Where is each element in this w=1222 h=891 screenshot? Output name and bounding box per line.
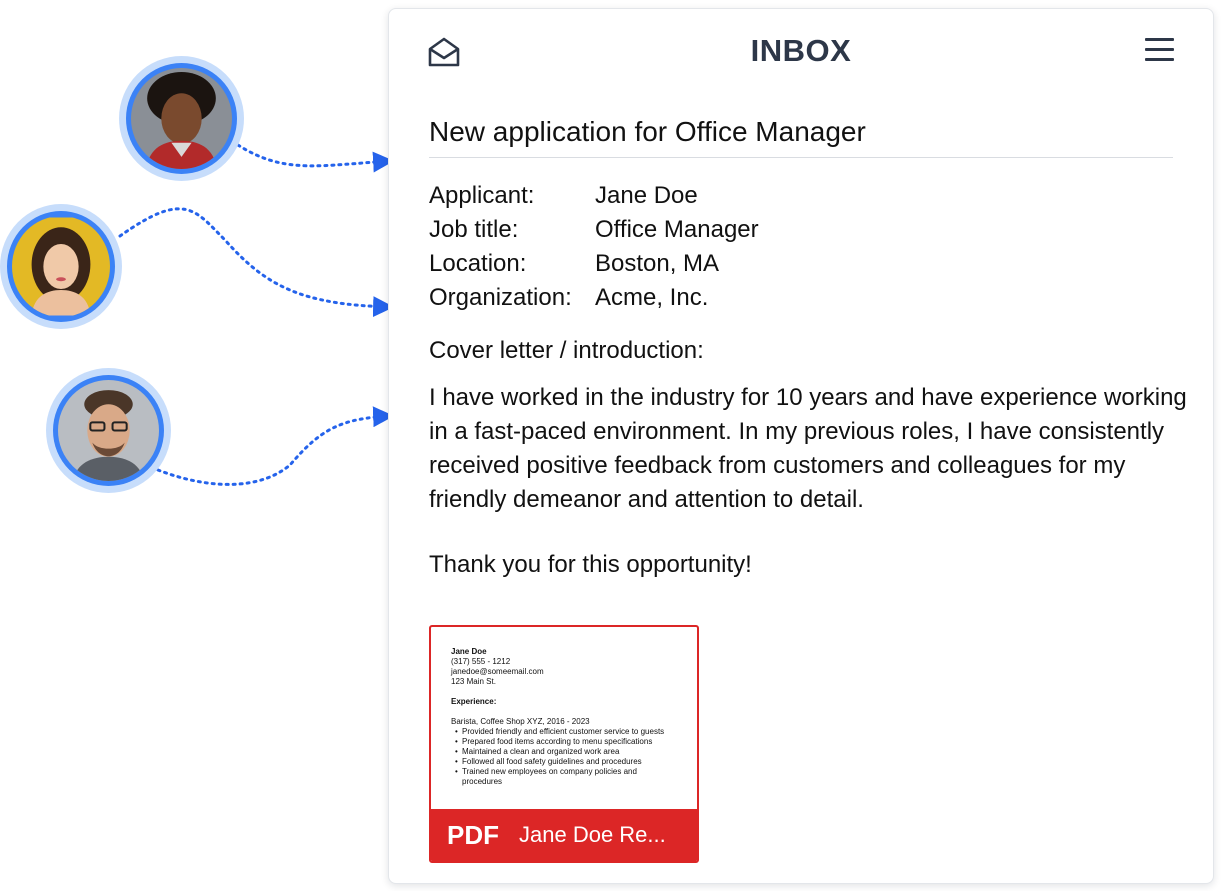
field-row-organization: Organization: Acme, Inc.: [429, 281, 759, 315]
person-photo-icon: [12, 217, 110, 316]
field-label: Organization:: [429, 284, 572, 311]
attachment-file-name: Jane Doe Re...: [519, 822, 666, 847]
preview-experience-heading: Experience:: [451, 697, 497, 706]
pdf-attachment[interactable]: Jane Doe (317) 555 - 1212 janedoe@someem…: [429, 625, 699, 863]
preview-bullet: Maintained a clean and organized work ar…: [455, 747, 677, 757]
person-photo-icon: [58, 380, 159, 481]
preview-phone: (317) 555 - 1212: [451, 657, 511, 666]
message-subject: New application for Office Manager: [429, 116, 866, 147]
preview-bullet: Trained new employees on company policie…: [455, 767, 677, 787]
attachment-preview: Jane Doe (317) 555 - 1212 janedoe@someem…: [431, 627, 697, 811]
inbox-header: INBOX: [389, 9, 1213, 95]
field-row-applicant: Applicant: Jane Doe: [429, 179, 759, 213]
field-value: Office Manager: [595, 216, 759, 243]
pdf-type-label: PDF: [447, 819, 499, 850]
attachment-bar[interactable]: PDF Jane Doe Re...: [431, 809, 697, 861]
preview-address: 123 Main St.: [451, 677, 496, 686]
field-label: Applicant:: [429, 182, 535, 209]
cover-letter-text: I have worked in the industry for 10 yea…: [429, 384, 1187, 513]
inbox-card: INBOX New application for Office Manager…: [388, 8, 1214, 884]
field-value: Jane Doe: [595, 182, 698, 209]
field-value: Boston, MA: [595, 250, 720, 277]
hamburger-menu-icon[interactable]: [1145, 38, 1175, 64]
connector-2: [118, 207, 395, 318]
preview-email: janedoe@someemail.com: [451, 667, 544, 676]
applicant-avatar-2: [0, 204, 122, 329]
applicant-avatar-1: [119, 56, 244, 181]
applicant-avatar-3: [46, 368, 171, 493]
preview-bullet: Provided friendly and efficient customer…: [455, 727, 677, 737]
connector-3: [156, 406, 395, 486]
cover-letter-heading: Cover letter / introduction:: [429, 337, 704, 364]
field-label: Location:: [429, 250, 527, 277]
preview-bullets: Provided friendly and efficient customer…: [451, 727, 677, 787]
preview-bullet: Followed all food safety guidelines and …: [455, 757, 677, 767]
inbox-title: INBOX: [750, 33, 852, 68]
preview-bullet: Prepared food items according to menu sp…: [455, 737, 677, 747]
preview-job: Barista, Coffee Shop XYZ, 2016 - 2023: [451, 717, 590, 726]
field-row-location: Location: Boston, MA: [429, 247, 759, 281]
connector-1: [236, 143, 395, 173]
subject-divider: [429, 157, 1173, 158]
closing-text: Thank you for this opportunity!: [429, 551, 752, 578]
field-value: Acme, Inc.: [595, 284, 709, 311]
applicant-details: Applicant: Jane Doe Job title: Office Ma…: [429, 179, 759, 315]
field-row-job-title: Job title: Office Manager: [429, 213, 759, 247]
person-photo-icon: [131, 68, 232, 169]
field-label: Job title:: [429, 216, 519, 243]
preview-name: Jane Doe: [451, 647, 487, 656]
